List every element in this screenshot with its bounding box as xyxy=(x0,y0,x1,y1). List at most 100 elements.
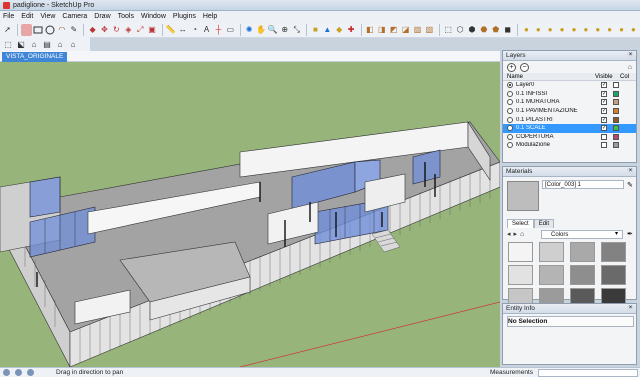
menu-tools[interactable]: Tools xyxy=(118,13,134,20)
arc-icon[interactable]: ◠ xyxy=(56,24,67,36)
axes-icon[interactable]: ┼ xyxy=(213,24,224,36)
remove-layer-button[interactable]: − xyxy=(520,62,529,72)
measurements-input[interactable] xyxy=(538,369,638,377)
layer-name[interactable]: 0.1 PAVIMENTAZIONE xyxy=(516,108,601,114)
active-layer-radio[interactable] xyxy=(507,82,513,89)
menu-help[interactable]: Help xyxy=(203,13,217,20)
right-view-icon[interactable]: ◪ xyxy=(400,24,411,36)
visible-checkbox[interactable] xyxy=(601,142,607,149)
orbit-icon[interactable]: ✺ xyxy=(244,24,255,36)
visible-checkbox[interactable] xyxy=(601,133,607,140)
layer-row[interactable]: 0.1 MURATURA ✓ xyxy=(503,98,636,107)
layer-name[interactable]: 0.1 MURATURA xyxy=(516,99,601,105)
iso-view-icon[interactable]: ◧ xyxy=(364,24,375,36)
help-icon[interactable] xyxy=(27,369,34,376)
material-swatch[interactable] xyxy=(601,265,626,285)
plugin-a-icon[interactable]: ● xyxy=(533,24,544,36)
visible-checkbox[interactable]: ✓ xyxy=(601,99,607,106)
menu-file[interactable]: File xyxy=(3,13,14,20)
layer-row[interactable]: COPERTURA xyxy=(503,133,636,142)
plugin-h-icon[interactable]: ● xyxy=(616,24,627,36)
layer-row[interactable]: 0.1 PILASTRI ✓ xyxy=(503,115,636,124)
zoom-window-icon[interactable]: ⊕ xyxy=(279,24,290,36)
follow-me-icon[interactable]: ◈ xyxy=(123,24,134,36)
column-name[interactable]: Name xyxy=(507,73,595,80)
shaded-textures-icon[interactable]: ⬟ xyxy=(490,24,501,36)
zoom-icon[interactable]: 🔍 xyxy=(267,24,278,36)
plugin-e-icon[interactable]: ● xyxy=(580,24,591,36)
material-swatch[interactable] xyxy=(508,265,533,285)
rotate-icon[interactable]: ↻ xyxy=(111,24,122,36)
eyedropper-icon[interactable]: ✒ xyxy=(627,230,633,238)
select-tool-icon[interactable]: ➚ xyxy=(2,24,13,36)
layer-row[interactable]: Modulazione xyxy=(503,141,636,150)
layer-color-swatch[interactable] xyxy=(613,116,619,123)
material-name-field[interactable]: [Color_003] 1 xyxy=(542,180,624,189)
shaded-icon[interactable]: ⬣ xyxy=(478,24,489,36)
zoom-extents-icon[interactable]: ⤡ xyxy=(291,24,302,36)
layer-row[interactable]: 0.1 PAVIMENTAZIONE ✓ xyxy=(503,107,636,116)
component-icon[interactable]: ⬕ xyxy=(15,39,27,51)
top-view-icon[interactable]: ◨ xyxy=(376,24,387,36)
layer-row[interactable]: 0.1 INFISSI ✓ xyxy=(503,90,636,99)
protractor-icon[interactable]: ◔ xyxy=(189,24,200,36)
active-layer-radio[interactable] xyxy=(507,125,513,132)
material-swatch[interactable] xyxy=(570,242,595,262)
active-layer-radio[interactable] xyxy=(507,142,513,149)
home-icon[interactable]: ⌂ xyxy=(520,231,524,238)
visible-checkbox[interactable]: ✓ xyxy=(601,108,607,115)
plugin-f-icon[interactable]: ● xyxy=(592,24,603,36)
get-models-icon[interactable]: ■ xyxy=(310,24,321,36)
layer-name[interactable]: 0.1 SCALE xyxy=(516,125,601,131)
xray-icon[interactable]: ⬚ xyxy=(443,24,454,36)
plugin-c-icon[interactable]: ● xyxy=(557,24,568,36)
material-swatch[interactable] xyxy=(539,265,564,285)
layer-color-swatch[interactable] xyxy=(613,133,619,140)
layer-color-swatch[interactable] xyxy=(613,90,619,97)
layer-name[interactable]: Modulazione xyxy=(516,142,601,148)
tab-select[interactable]: Select xyxy=(507,219,534,228)
sample-paint-icon[interactable]: ✎ xyxy=(627,181,633,189)
offset-icon[interactable]: ▣ xyxy=(147,24,158,36)
material-swatch[interactable] xyxy=(601,242,626,262)
paint-bucket-icon[interactable]: ⬚ xyxy=(2,39,14,51)
visible-checkbox[interactable]: ✓ xyxy=(601,90,607,97)
pan-icon[interactable]: ✋ xyxy=(256,24,267,36)
visible-checkbox[interactable]: ✓ xyxy=(601,125,607,132)
active-layer-radio[interactable] xyxy=(507,99,513,106)
rectangle-icon[interactable] xyxy=(33,24,44,36)
tape-measure-icon[interactable]: 📏 xyxy=(165,24,176,36)
extension-warehouse-icon[interactable]: ✚ xyxy=(346,24,357,36)
material-swatch[interactable] xyxy=(570,265,595,285)
house-outline-icon[interactable]: ⌂ xyxy=(54,39,66,51)
plugin-d-icon[interactable]: ● xyxy=(569,24,580,36)
menu-window[interactable]: Window xyxy=(141,13,166,20)
dimension-icon[interactable]: ↔ xyxy=(177,24,188,36)
menu-edit[interactable]: Edit xyxy=(21,13,33,20)
close-icon[interactable]: × xyxy=(627,305,634,312)
menu-view[interactable]: View xyxy=(40,13,55,20)
active-layer-radio[interactable] xyxy=(507,116,513,123)
share-model-icon[interactable]: ▲ xyxy=(322,24,333,36)
layer-color-swatch[interactable] xyxy=(613,108,619,115)
home-icon[interactable]: ⌂ xyxy=(28,39,40,51)
close-icon[interactable]: × xyxy=(627,52,634,59)
back-view-icon[interactable]: ▨ xyxy=(412,24,423,36)
left-view-icon[interactable]: ▧ xyxy=(424,24,435,36)
house-view-icon[interactable]: ⌂ xyxy=(67,39,79,51)
model-viewport[interactable] xyxy=(0,62,500,367)
layer-name[interactable]: COPERTURA xyxy=(516,134,601,140)
close-icon[interactable]: × xyxy=(627,168,634,175)
active-layer-radio[interactable] xyxy=(507,90,513,97)
circle-icon[interactable] xyxy=(45,24,56,36)
back-arrow-icon[interactable]: ◂ xyxy=(507,230,511,238)
material-library-select[interactable]: Colors xyxy=(541,230,623,239)
active-layer-radio[interactable] xyxy=(507,108,513,115)
tab-edit[interactable]: Edit xyxy=(533,219,555,228)
move-icon[interactable]: ✥ xyxy=(99,24,110,36)
eraser-icon[interactable] xyxy=(20,23,32,36)
menu-plugins[interactable]: Plugins xyxy=(173,13,196,20)
layer-details-icon[interactable]: ⌂ xyxy=(628,64,632,71)
layer-color-swatch[interactable] xyxy=(613,82,619,89)
plugin-g-icon[interactable]: ● xyxy=(604,24,615,36)
